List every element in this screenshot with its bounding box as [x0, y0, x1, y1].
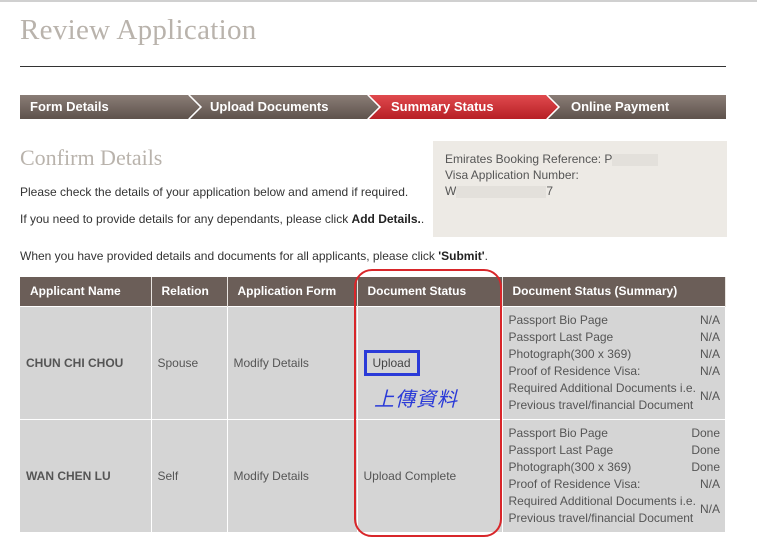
summary-label: Passport Bio Page	[508, 425, 608, 440]
summary-value: N/A	[699, 346, 720, 361]
summary-value: N/A	[699, 476, 720, 491]
applicants-table: Applicant Name Relation Application Form…	[20, 277, 726, 532]
booking-reference: Emirates Booking Reference: P	[445, 151, 715, 167]
intro-text: .	[484, 249, 488, 263]
step-label: Online Payment	[571, 99, 670, 114]
step-label: Upload Documents	[210, 99, 329, 114]
summary-value: Done	[691, 459, 720, 474]
intro-line-2: If you need to provide details for any d…	[20, 212, 424, 226]
booking-reference-label: Emirates Booking Reference: P	[445, 152, 613, 166]
step-summary-status[interactable]: Summary Status	[368, 95, 558, 119]
summary-label-line: Required Additional Documents i.e.	[508, 380, 696, 395]
top-border	[0, 0, 757, 2]
visa-number-suffix: 7	[546, 184, 554, 198]
summary-item: Proof of Residence Visa: N/A	[509, 476, 726, 493]
summary-label: Photograph(300 x 369)	[508, 459, 632, 474]
section-title: Confirm Details	[20, 145, 163, 170]
step-online-payment[interactable]: Online Payment	[547, 95, 726, 119]
summary-cell: Passport Bio Page Done Passport Last Page…	[502, 418, 726, 532]
visa-number: W7	[445, 183, 715, 199]
title-divider	[20, 66, 726, 67]
summary-label-line: Previous travel/financial Document	[508, 510, 694, 525]
summary-item: Passport Last Page Done	[509, 442, 726, 459]
step-label: Summary Status	[391, 99, 494, 114]
submit-reference: 'Submit'	[438, 249, 485, 263]
relation: Self	[151, 418, 228, 532]
annotation-note: 上傳資料	[374, 387, 458, 411]
summary-item: Photograph(300 x 369) Done	[509, 459, 726, 476]
col-relation: Relation	[151, 277, 228, 306]
document-status-cell: Upload Complete	[357, 418, 503, 532]
summary-item: Passport Last Page N/A	[509, 329, 726, 346]
summary-value: N/A	[699, 389, 720, 403]
summary-item: Required Additional Documents i.e. Previo…	[509, 380, 726, 414]
summary-item: Passport Bio Page N/A	[509, 312, 726, 329]
summary-label: Passport Last Page	[508, 442, 614, 457]
upload-link[interactable]: Upload	[363, 349, 420, 376]
add-details-link[interactable]: Add Details.	[352, 212, 421, 226]
table-header-row: Applicant Name Relation Application Form…	[20, 277, 726, 306]
modify-details-link[interactable]: Modify Details	[227, 418, 358, 532]
summary-label: Required Additional Documents i.e. Previo…	[509, 493, 696, 527]
table-row: WAN CHEN LU Self Modify Details Upload C…	[20, 418, 726, 532]
intro-text: .	[420, 212, 425, 226]
summary-value: N/A	[699, 502, 720, 517]
summary-cell: Passport Bio Page N/A Passport Last Page N…	[502, 305, 726, 419]
intro-line-3: When you have provided details and docum…	[20, 249, 488, 263]
summary-label: Passport Last Page	[508, 329, 614, 344]
summary-value: Done	[691, 442, 720, 457]
summary-label: Required Additional Documents i.e. Previo…	[509, 380, 696, 414]
col-document-summary: Document Status (Summary)	[502, 277, 726, 306]
modify-details-link[interactable]: Modify Details	[227, 305, 358, 419]
col-application-form: Application Form	[227, 277, 358, 306]
applicant-name: CHUN CHI CHOU	[20, 305, 152, 419]
col-applicant-name: Applicant Name	[20, 277, 152, 306]
applicant-name: WAN CHEN LU	[20, 418, 152, 532]
summary-item: Passport Bio Page Done	[509, 425, 726, 442]
visa-number-prefix: W	[445, 184, 457, 198]
intro-line-1: Please check the details of your applica…	[20, 185, 409, 199]
intro-text: If you need to provide details for any d…	[20, 212, 352, 226]
summary-item: Required Additional Documents i.e. Previo…	[509, 493, 726, 527]
summary-label: Proof of Residence Visa:	[508, 363, 641, 378]
visa-number-label: Visa Application Number:	[445, 168, 579, 182]
intro-text: When you have provided details and docum…	[20, 249, 439, 263]
relation: Spouse	[151, 305, 228, 419]
step-label: Form Details	[30, 99, 109, 114]
col-document-status: Document Status	[357, 277, 503, 306]
table-row: CHUN CHI CHOU Spouse Modify Details Uplo…	[20, 305, 726, 419]
summary-value: Done	[691, 425, 720, 440]
summary-label: Photograph(300 x 369)	[508, 346, 632, 361]
summary-value: N/A	[699, 329, 720, 344]
step-form-details[interactable]: Form Details	[20, 95, 200, 119]
summary-value: N/A	[699, 363, 720, 378]
summary-label-line: Previous travel/financial Document	[508, 397, 694, 412]
summary-value: N/A	[699, 312, 720, 327]
reference-box: Emirates Booking Reference: P Visa Appli…	[433, 141, 727, 237]
step-upload-documents[interactable]: Upload Documents	[189, 95, 379, 119]
summary-label: Passport Bio Page	[508, 312, 608, 327]
summary-item: Photograph(300 x 369) N/A	[509, 346, 726, 363]
upload-complete-status: Upload Complete	[363, 468, 457, 483]
progress-steps: Form Details Upload Documents Summary St…	[20, 95, 726, 119]
redacted-value	[612, 153, 659, 166]
redacted-value	[456, 185, 547, 198]
summary-label-line: Required Additional Documents i.e.	[508, 493, 696, 508]
summary-label: Proof of Residence Visa:	[508, 476, 641, 491]
summary-item: Proof of Residence Visa: N/A	[509, 363, 726, 380]
page-title: Review Application	[20, 14, 257, 46]
